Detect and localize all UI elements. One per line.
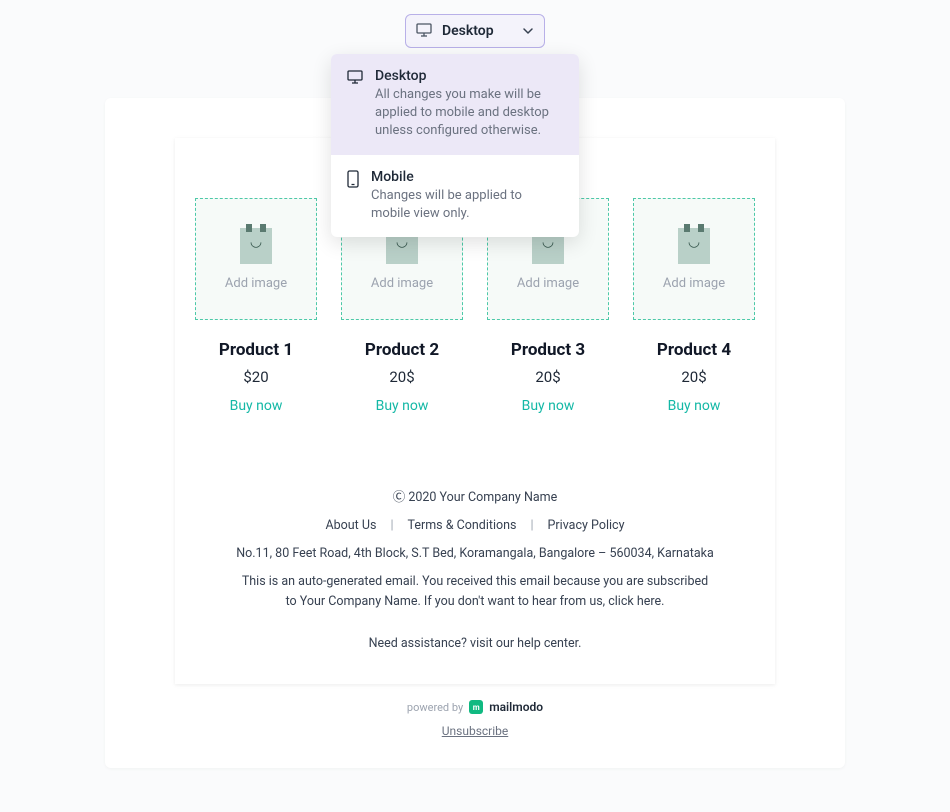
product-name: Product 3	[511, 340, 585, 360]
dropdown-item-desktop[interactable]: Desktop All changes you make will be app…	[331, 54, 579, 155]
dropdown-text: Desktop All changes you make will be app…	[375, 68, 563, 141]
add-image-label: Add image	[225, 276, 287, 291]
product-name: Product 4	[657, 340, 731, 360]
product-price: 20$	[389, 368, 414, 386]
buy-now-link[interactable]: Buy now	[668, 398, 721, 414]
footer-note: This is an auto-generated email. You rec…	[235, 572, 715, 612]
product-card: ◡ Add image Product 4 20$ Buy now	[633, 198, 755, 414]
add-image-placeholder[interactable]: ◡ Add image	[633, 198, 755, 320]
product-name: Product 1	[219, 340, 293, 360]
device-selector[interactable]: Desktop	[405, 14, 545, 48]
unsubscribe-link[interactable]: Unsubscribe	[442, 724, 509, 738]
footer-link-about[interactable]: About Us	[325, 516, 376, 536]
dropdown-item-desc: All changes you make will be applied to …	[375, 86, 563, 141]
footer-link-privacy[interactable]: Privacy Policy	[548, 516, 625, 536]
desktop-icon	[347, 69, 363, 141]
device-selector-left: Desktop	[416, 22, 494, 41]
footer-separator: |	[530, 516, 533, 536]
powered-by: powered by m mailmodo	[407, 700, 543, 714]
footer-links: About Us | Terms & Conditions | Privacy …	[325, 516, 624, 536]
bag-icon: ◡	[240, 228, 272, 264]
chevron-down-icon	[522, 22, 534, 41]
footer-copyright: Ⓒ 2020 Your Company Name	[393, 488, 558, 508]
footer-help: Need assistance? visit our help center.	[369, 634, 582, 654]
desktop-icon	[416, 22, 432, 41]
product-name: Product 2	[365, 340, 439, 360]
dropdown-item-title: Mobile	[371, 169, 563, 185]
buy-now-link[interactable]: Buy now	[376, 398, 429, 414]
product-card: ◡ Add image Product 1 $20 Buy now	[195, 198, 317, 414]
add-image-label: Add image	[517, 276, 579, 291]
footer-link-terms[interactable]: Terms & Conditions	[408, 516, 517, 536]
dropdown-text: Mobile Changes will be applied to mobile…	[371, 169, 563, 223]
product-price: 20$	[535, 368, 560, 386]
footer-separator: |	[390, 516, 393, 536]
dropdown-item-desc: Changes will be applied to mobile view o…	[371, 187, 563, 223]
footer-address: No.11, 80 Feet Road, 4th Block, S.T Bed,…	[236, 544, 714, 564]
email-footer: Ⓒ 2020 Your Company Name About Us | Term…	[193, 488, 757, 654]
dropdown-item-title: Desktop	[375, 68, 563, 84]
device-selector-label: Desktop	[442, 23, 494, 39]
add-image-placeholder[interactable]: ◡ Add image	[195, 198, 317, 320]
dropdown-item-mobile[interactable]: Mobile Changes will be applied to mobile…	[331, 155, 579, 237]
device-dropdown: Desktop All changes you make will be app…	[331, 54, 579, 237]
mailmodo-logo-icon: m	[469, 700, 483, 714]
mobile-icon	[347, 170, 359, 223]
product-price: 20$	[681, 368, 706, 386]
add-image-label: Add image	[663, 276, 725, 291]
buy-now-link[interactable]: Buy now	[522, 398, 575, 414]
buy-now-link[interactable]: Buy now	[230, 398, 283, 414]
powered-prefix: powered by	[407, 701, 463, 714]
bag-icon: ◡	[678, 228, 710, 264]
product-price: $20	[243, 368, 268, 386]
add-image-label: Add image	[371, 276, 433, 291]
mailmodo-brand: mailmodo	[489, 700, 543, 714]
